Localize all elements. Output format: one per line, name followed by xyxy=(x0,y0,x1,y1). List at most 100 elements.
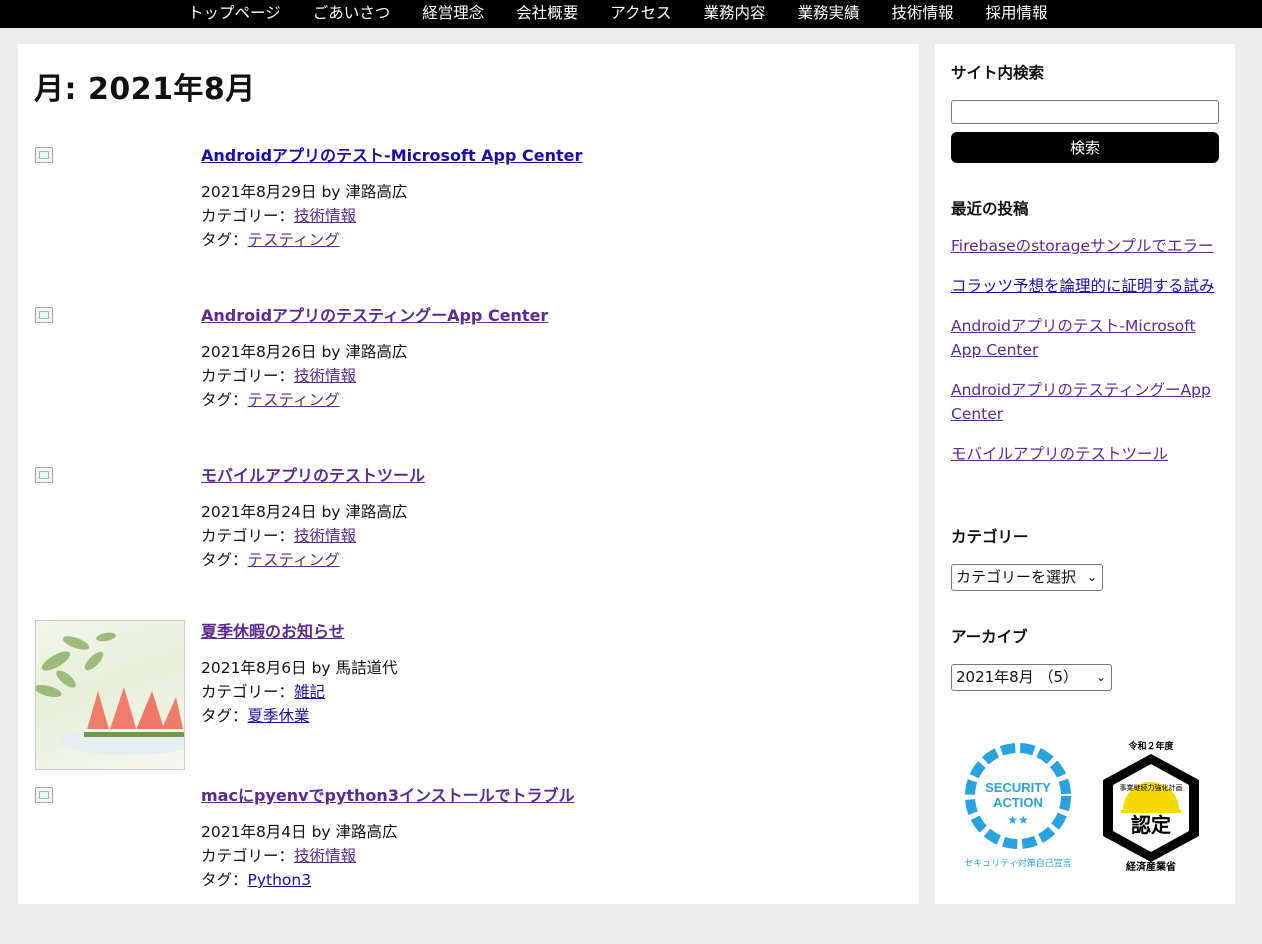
category-link[interactable]: 技術情報 xyxy=(294,207,356,225)
category-prefix: カテゴリー： xyxy=(201,683,295,701)
bcp-certification-logo: 令和２年度 事業継続力強化計画 認定 経済産業省 xyxy=(1103,740,1199,873)
post-title-link[interactable]: AndroidアプリのテスティングーApp Center xyxy=(201,306,548,325)
post-meta: 2021年8月29日 by 津路高広 カテゴリー：技術情報 タグ：テスティング xyxy=(201,180,407,252)
list-item: モバイルアプリのテストツール xyxy=(951,442,1219,466)
tag-prefix: タグ： xyxy=(201,707,248,725)
broken-image-icon[interactable] xyxy=(35,787,53,803)
tag-prefix: タグ： xyxy=(201,231,248,249)
recent-post-link[interactable]: AndroidアプリのテスティングーApp Center xyxy=(951,381,1211,423)
post-title-link[interactable]: 夏季休暇のお知らせ xyxy=(201,622,345,641)
list-item: Androidアプリのテスト-Microsoft App Center xyxy=(951,314,1219,362)
post-date-author: 2021年8月4日 by 津路高広 xyxy=(201,823,398,841)
tag-link[interactable]: 夏季休業 xyxy=(248,707,310,725)
recent-post-link[interactable]: モバイルアプリのテストツール xyxy=(951,445,1168,463)
post-date-author: 2021年8月24日 by 津路高広 xyxy=(201,503,408,521)
search-input[interactable] xyxy=(951,100,1219,124)
category-select-value: カテゴリーを選択 xyxy=(956,568,1077,586)
tag-prefix: タグ： xyxy=(201,551,248,569)
post-title: 夏季休暇のお知らせ xyxy=(201,618,345,642)
main-content: 月: 2021年8月 Androidアプリのテスト-Microsoft App … xyxy=(18,44,919,904)
post-date-author: 2021年8月29日 by 津路高広 xyxy=(201,183,408,201)
nav-item-company[interactable]: 会社概要 xyxy=(500,0,594,28)
post-item: AndroidアプリのテスティングーApp Center 2021年8月26日 … xyxy=(18,304,919,464)
recent-post-link[interactable]: Firebaseのstorageサンプルでエラー xyxy=(951,237,1214,255)
post-tag-line: タグ：テスティング xyxy=(201,388,407,412)
recent-post-link[interactable]: コラッツ予想を論理的に証明する試み xyxy=(951,277,1215,295)
security-action-logo: SECURITY ACTION ★★ セキュリティ対策自己宣言 xyxy=(964,743,1072,869)
post-title: モバイルアプリのテストツール xyxy=(201,462,425,486)
nav-item-tech[interactable]: 技術情報 xyxy=(876,0,970,28)
security-line2: ACTION xyxy=(993,795,1043,810)
watermelon-thumbnail-image[interactable] xyxy=(35,620,185,770)
list-item: コラッツ予想を論理的に証明する試み xyxy=(951,274,1219,298)
recent-posts-list: Firebaseのstorageサンプルでエラー コラッツ予想を論理的に証明する… xyxy=(951,234,1219,482)
broken-image-icon[interactable] xyxy=(35,147,53,163)
post-title-link[interactable]: macにpyenvでpython3インストールでトラブル xyxy=(201,786,575,805)
category-link[interactable]: 技術情報 xyxy=(294,527,356,545)
security-line1: SECURITY xyxy=(985,780,1051,795)
nav-item-access[interactable]: アクセス xyxy=(594,0,687,28)
cert-ring-text: 事業継続力強化計画 xyxy=(1120,783,1183,792)
post-title-link[interactable]: モバイルアプリのテストツール xyxy=(201,466,425,485)
tag-link[interactable]: テスティング xyxy=(248,391,340,409)
cert-center-text: 認定 xyxy=(1131,813,1171,837)
category-prefix: カテゴリー： xyxy=(201,207,295,225)
post-title: Androidアプリのテスト-Microsoft App Center xyxy=(201,142,582,166)
post-title: AndroidアプリのテスティングーApp Center xyxy=(201,302,548,326)
post-tag-line: タグ：Python3 xyxy=(201,868,398,892)
security-stars: ★★ xyxy=(1007,813,1029,827)
page-title: 月: 2021年8月 xyxy=(34,72,256,107)
post-tag-line: タグ：夏季休業 xyxy=(201,704,398,728)
search-button[interactable]: 検索 xyxy=(951,132,1219,163)
post-meta: 2021年8月24日 by 津路高広 カテゴリー：技術情報 タグ：テスティング xyxy=(201,500,407,572)
search-widget-title: サイト内検索 xyxy=(951,64,1045,82)
category-link[interactable]: 技術情報 xyxy=(294,847,356,865)
category-select[interactable]: カテゴリーを選択 ⌄ xyxy=(951,564,1103,591)
security-caption: セキュリティ対策自己宣言 xyxy=(964,857,1071,869)
nav-item-services[interactable]: 業務内容 xyxy=(687,0,781,28)
archive-widget-title: アーカイブ xyxy=(951,628,1028,646)
tag-prefix: タグ： xyxy=(201,871,248,889)
list-item: Firebaseのstorageサンプルでエラー xyxy=(951,234,1219,258)
nav-item-recruit[interactable]: 採用情報 xyxy=(970,0,1064,28)
tag-link[interactable]: テスティング xyxy=(248,551,340,569)
archive-select-value: 2021年8月 （5） xyxy=(956,668,1079,686)
category-link[interactable]: 技術情報 xyxy=(294,367,356,385)
post-tag-line: タグ：テスティング xyxy=(201,548,407,572)
category-prefix: カテゴリー： xyxy=(201,527,295,545)
post-date-author: 2021年8月6日 by 馬詰道代 xyxy=(201,659,398,677)
post-item: macにpyenvでpython3インストールでトラブル 2021年8月4日 b… xyxy=(18,784,919,944)
chevron-down-icon: ⌄ xyxy=(1095,670,1106,684)
nav-item-greeting[interactable]: ごあいさつ xyxy=(297,0,407,28)
chevron-down-icon: ⌄ xyxy=(1086,570,1097,584)
archive-select[interactable]: 2021年8月 （5） ⌄ xyxy=(951,664,1112,691)
nav-item-philosophy[interactable]: 経営理念 xyxy=(406,0,500,28)
post-meta: 2021年8月6日 by 馬詰道代 カテゴリー：雑記 タグ：夏季休業 xyxy=(201,656,398,728)
category-prefix: カテゴリー： xyxy=(201,847,295,865)
category-link[interactable]: 雑記 xyxy=(294,683,325,701)
post-category-line: カテゴリー：技術情報 xyxy=(201,364,407,388)
watermelon-illustration xyxy=(36,632,184,755)
broken-image-icon[interactable] xyxy=(35,307,53,323)
recent-post-link[interactable]: Androidアプリのテスト-Microsoft App Center xyxy=(951,317,1196,359)
security-action-badge[interactable]: SECURITY ACTION ★★ セキュリティ対策自己宣言 xyxy=(961,740,1075,870)
post-category-line: カテゴリー：技術情報 xyxy=(201,204,407,228)
nav-item-top[interactable]: トップページ xyxy=(172,0,297,28)
post-date-author: 2021年8月26日 by 津路高広 xyxy=(201,343,408,361)
top-nav: トップページ ごあいさつ 経営理念 会社概要 アクセス 業務内容 業務実績 技術… xyxy=(0,0,1262,28)
top-nav-list: トップページ ごあいさつ 経営理念 会社概要 アクセス 業務内容 業務実績 技術… xyxy=(172,0,1064,28)
tag-link[interactable]: Python3 xyxy=(248,871,312,889)
sidebar: サイト内検索 検索 最近の投稿 Firebaseのstorageサンプルでエラー… xyxy=(935,44,1235,904)
post-item: モバイルアプリのテストツール 2021年8月24日 by 津路高広 カテゴリー：… xyxy=(18,464,919,624)
category-widget-title: カテゴリー xyxy=(951,528,1029,546)
nav-item-results[interactable]: 業務実績 xyxy=(782,0,876,28)
post-item: Androidアプリのテスト-Microsoft App Center 2021… xyxy=(18,144,919,304)
broken-image-icon[interactable] xyxy=(35,467,53,483)
post-title-link[interactable]: Androidアプリのテスト-Microsoft App Center xyxy=(201,146,582,165)
post-category-line: カテゴリー：技術情報 xyxy=(201,844,398,868)
post-title: macにpyenvでpython3インストールでトラブル xyxy=(201,782,575,806)
tag-link[interactable]: テスティング xyxy=(248,231,340,249)
post-item: 夏季休暇のお知らせ 2021年8月6日 by 馬詰道代 カテゴリー：雑記 タグ：… xyxy=(18,620,919,780)
recent-posts-title: 最近の投稿 xyxy=(951,200,1029,218)
bcp-certification-badge[interactable]: 令和２年度 事業継続力強化計画 認定 経済産業省 xyxy=(1091,740,1211,873)
